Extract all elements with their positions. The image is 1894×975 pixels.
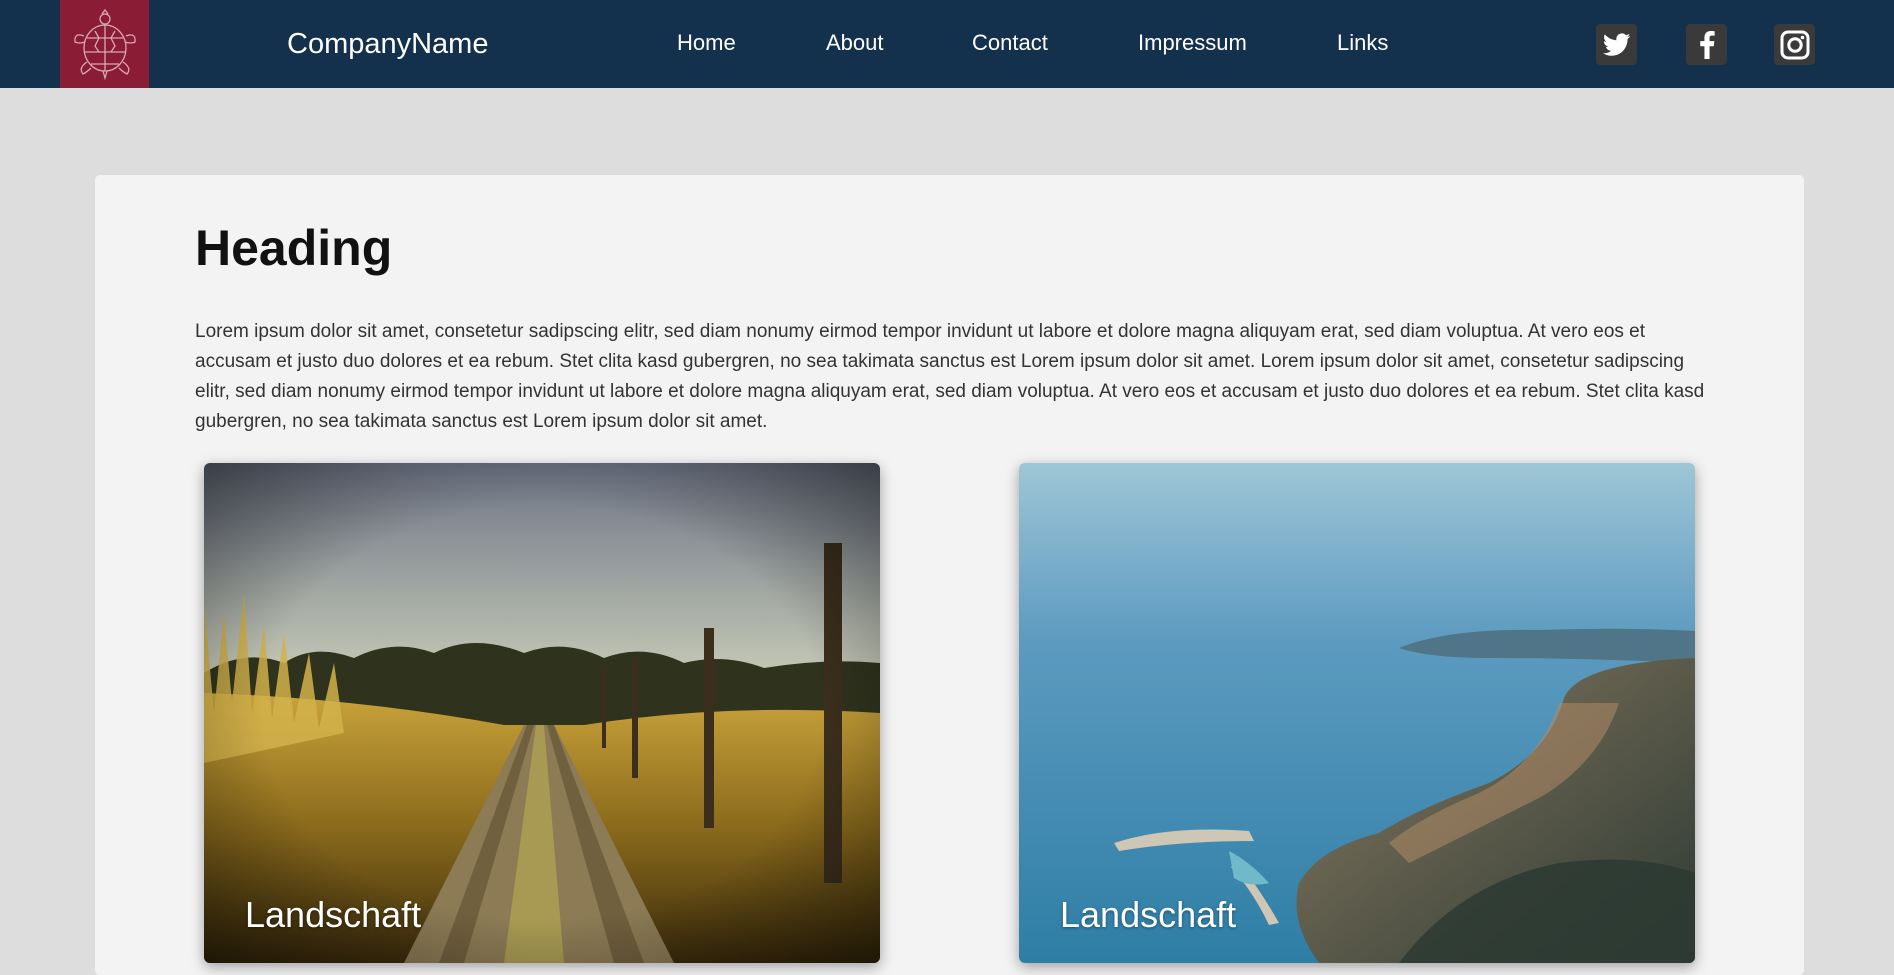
content-card: Heading Lorem ipsum dolor sit amet, cons…: [95, 175, 1804, 975]
nav-link-contact[interactable]: Contact: [972, 28, 1048, 58]
nav-link-home[interactable]: Home: [677, 28, 736, 58]
coastline-image: [1019, 463, 1695, 963]
gallery-item-field[interactable]: Landschaft: [204, 463, 880, 963]
company-logo[interactable]: [60, 0, 149, 88]
turtle-logo-icon: [73, 8, 136, 81]
instagram-icon: [1780, 30, 1809, 59]
page-heading: Heading: [195, 220, 393, 276]
facebook-button[interactable]: [1686, 24, 1727, 65]
gallery-label: Landschaft: [245, 894, 422, 935]
nav-link-impressum[interactable]: Impressum: [1138, 28, 1247, 58]
intro-paragraph: Lorem ipsum dolor sit amet, consetetur s…: [195, 321, 1705, 432]
top-navbar: CompanyName Home About Contact Impressum…: [0, 0, 1894, 88]
field-path-image: [204, 463, 880, 963]
gallery-item-coast[interactable]: Landschaft: [1019, 463, 1695, 963]
gallery-label: Landschaft: [1060, 894, 1237, 935]
twitter-button[interactable]: [1596, 24, 1637, 65]
company-name[interactable]: CompanyName: [287, 24, 488, 64]
facebook-icon: [1699, 30, 1715, 59]
instagram-button[interactable]: [1774, 24, 1815, 65]
nav-link-links[interactable]: Links: [1337, 28, 1388, 58]
nav-link-about[interactable]: About: [826, 28, 884, 58]
twitter-icon: [1602, 32, 1630, 56]
